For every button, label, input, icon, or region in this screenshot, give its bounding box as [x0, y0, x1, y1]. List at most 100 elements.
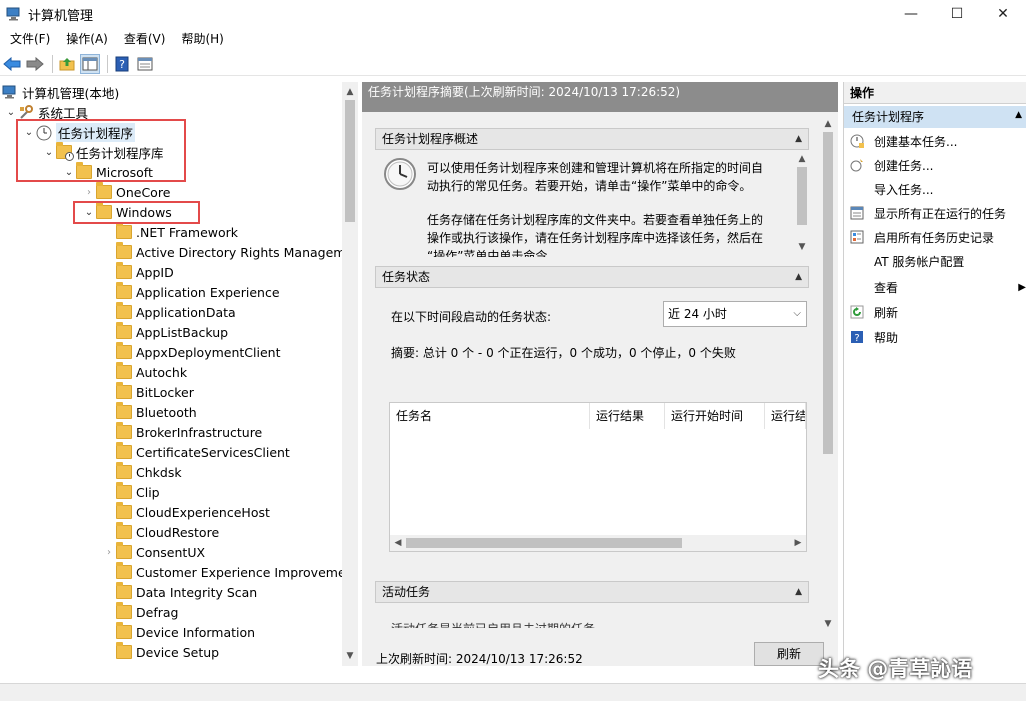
tree-item-label: CertificateServicesClient [136, 444, 290, 460]
tree-item-clip[interactable]: Clip [116, 482, 160, 502]
table-scroll-thumb[interactable] [406, 538, 682, 548]
scroll-up-icon[interactable]: ▲ [820, 116, 836, 132]
tree-item-defrag[interactable]: Defrag [116, 602, 178, 622]
menu-file[interactable]: 文件(F) [2, 28, 58, 50]
tree-item-appxdeploymentclient[interactable]: AppxDeploymentClient [116, 342, 280, 362]
tree-item-onecore[interactable]: › OneCore [82, 182, 170, 202]
summary-header: 任务计划程序摘要(上次刷新时间: 2024/10/13 17:26:52) [362, 82, 838, 112]
scroll-right-icon[interactable]: ▶ [790, 535, 806, 551]
column-header-task-name[interactable]: 任务名 [390, 403, 590, 429]
scroll-left-icon[interactable]: ◀ [390, 535, 406, 551]
overview-line: 任务存储在任务计划程序库的文件夹中。若要查看单独任务上的 [427, 213, 764, 227]
action-create-task[interactable]: 创建任务... [850, 154, 933, 176]
chevron-right-icon[interactable]: › [102, 547, 116, 558]
actions-section-task-scheduler[interactable]: 任务计划程序 [844, 106, 1026, 128]
folder-icon [116, 502, 132, 519]
back-icon[interactable] [2, 54, 22, 74]
tree-item-dotnet-framework[interactable]: .NET Framework [116, 222, 238, 242]
scroll-down-icon[interactable]: ▼ [342, 648, 358, 664]
svg-text:?: ? [119, 58, 125, 71]
tree-item-applicationdata[interactable]: ApplicationData [116, 302, 236, 322]
overview-line: 操作或执行该操作，请在任务计划程序库中选择该任务，然后在 [427, 231, 764, 245]
tree-item-customer-experience[interactable]: Customer Experience Improvement [116, 562, 358, 582]
overview-scroll-thumb[interactable] [797, 167, 807, 225]
chevron-down-icon[interactable]: ⌄ [4, 107, 18, 118]
action-help[interactable]: ? 帮助 [850, 326, 898, 348]
action-view[interactable]: 查看 ▶ [850, 276, 1026, 298]
active-tasks-section-header[interactable]: 活动任务 ▲ [375, 581, 809, 603]
submenu-arrow-icon: ▶ [1018, 281, 1026, 293]
overview-line: 动执行的常见任务。若要开始，请单击“操作”菜单中的命令。 [427, 179, 752, 193]
maximize-button[interactable]: ☐ [934, 0, 980, 28]
action-enable-history[interactable]: 启用所有任务历史记录 [850, 226, 994, 248]
action-at-service-account[interactable]: AT 服务帐户配置 [850, 250, 964, 272]
tree-item-bitlocker[interactable]: BitLocker [116, 382, 194, 402]
up-folder-icon[interactable] [57, 54, 77, 74]
action-create-basic-task[interactable]: 创建基本任务... [850, 130, 957, 152]
tree-item-cloudexperiencehost[interactable]: CloudExperienceHost [116, 502, 270, 522]
folder-icon [116, 442, 132, 459]
tree-item-label: Active Directory Rights Managemen [136, 244, 358, 260]
tree-item-label: Customer Experience Improvement [136, 564, 358, 580]
menu-action[interactable]: 操作(A) [58, 28, 116, 50]
help-icon[interactable]: ? [112, 54, 132, 74]
summary-scrollbar[interactable]: ▲ ▼ [820, 114, 836, 634]
watermark: 头条 @青草訫语 [818, 657, 973, 681]
folder-icon [116, 222, 132, 239]
tree-item-computer-management[interactable]: 计算机管理(本地) [2, 82, 119, 102]
collapse-icon[interactable]: ▲ [795, 582, 802, 602]
table-horizontal-scrollbar[interactable]: ◀ ▶ [390, 535, 806, 551]
task-status-section-header[interactable]: 任务状态 ▲ [375, 266, 809, 288]
tree-item-label: Defrag [136, 604, 179, 620]
menu-help[interactable]: 帮助(H) [173, 28, 231, 50]
at-service-icon [850, 254, 864, 268]
overview-section-header[interactable]: 任务计划程序概述 ▲ [375, 128, 809, 150]
tree-item-active-directory[interactable]: Active Directory Rights Managemen [116, 242, 358, 262]
tree-item-cloudrestore[interactable]: CloudRestore [116, 522, 219, 542]
tree-item-label: ConsentUX [136, 544, 206, 560]
close-button[interactable]: ✕ [980, 0, 1026, 28]
tree-item-brokerinfrastructure[interactable]: BrokerInfrastructure [116, 422, 262, 442]
toolbar-separator [52, 54, 53, 73]
tree-item-certificateservicesclient[interactable]: CertificateServicesClient [116, 442, 290, 462]
tree-item-label: CloudExperienceHost [136, 504, 270, 520]
tree-item-chkdsk[interactable]: Chkdsk [116, 462, 182, 482]
column-header-run-end[interactable]: 运行结 [765, 403, 806, 429]
status-period-dropdown[interactable]: 近 24 小时 ⌵ [663, 301, 807, 327]
scroll-up-icon[interactable]: ▲ [342, 84, 358, 100]
tree-item-device-setup[interactable]: Device Setup [116, 642, 219, 662]
folder-icon [116, 362, 132, 379]
refresh-button[interactable]: 刷新 [754, 642, 824, 666]
column-header-run-start[interactable]: 运行开始时间 [665, 403, 765, 429]
show-hide-tree-icon[interactable] [80, 53, 100, 74]
action-import-task[interactable]: 导入任务... [850, 178, 933, 200]
tree-item-data-integrity-scan[interactable]: Data Integrity Scan [116, 582, 257, 602]
collapse-icon[interactable]: ▲ [795, 267, 802, 287]
minimize-button[interactable]: — [888, 0, 934, 28]
tree-item-autochk[interactable]: Autochk [116, 362, 187, 382]
annotation-highlight-windows [73, 201, 200, 224]
action-show-running-tasks[interactable]: 显示所有正在运行的任务 [850, 202, 1006, 224]
tree-item-consentux[interactable]: › ConsentUX [102, 542, 205, 562]
overview-scrollbar[interactable]: ▲ ▼ [795, 151, 809, 255]
annotation-highlight-task-scheduler [16, 119, 186, 182]
tree-item-bluetooth[interactable]: Bluetooth [116, 402, 197, 422]
scroll-up-icon[interactable]: ▲ [794, 151, 810, 167]
action-refresh[interactable]: 刷新 [850, 301, 898, 323]
properties-icon[interactable] [135, 54, 155, 74]
menu-view[interactable]: 查看(V) [116, 28, 174, 50]
column-header-run-result[interactable]: 运行结果 [590, 403, 665, 429]
summary-scroll-thumb[interactable] [823, 132, 833, 454]
chevron-right-icon[interactable]: › [82, 187, 96, 198]
tree-scrollbar[interactable]: ▲ ▼ [342, 82, 358, 666]
collapse-icon[interactable]: ▲ [1015, 110, 1022, 120]
collapse-icon[interactable]: ▲ [795, 129, 802, 149]
tree-item-appid[interactable]: AppID [116, 262, 174, 282]
forward-icon[interactable] [25, 54, 45, 74]
scroll-down-icon[interactable]: ▼ [794, 239, 810, 255]
tree-item-applistbackup[interactable]: AppListBackup [116, 322, 228, 342]
tree-scroll-thumb[interactable] [345, 100, 355, 222]
tree-item-application-experience[interactable]: Application Experience [116, 282, 280, 302]
status-bar [0, 683, 1026, 701]
tree-item-device-information[interactable]: Device Information [116, 622, 255, 642]
